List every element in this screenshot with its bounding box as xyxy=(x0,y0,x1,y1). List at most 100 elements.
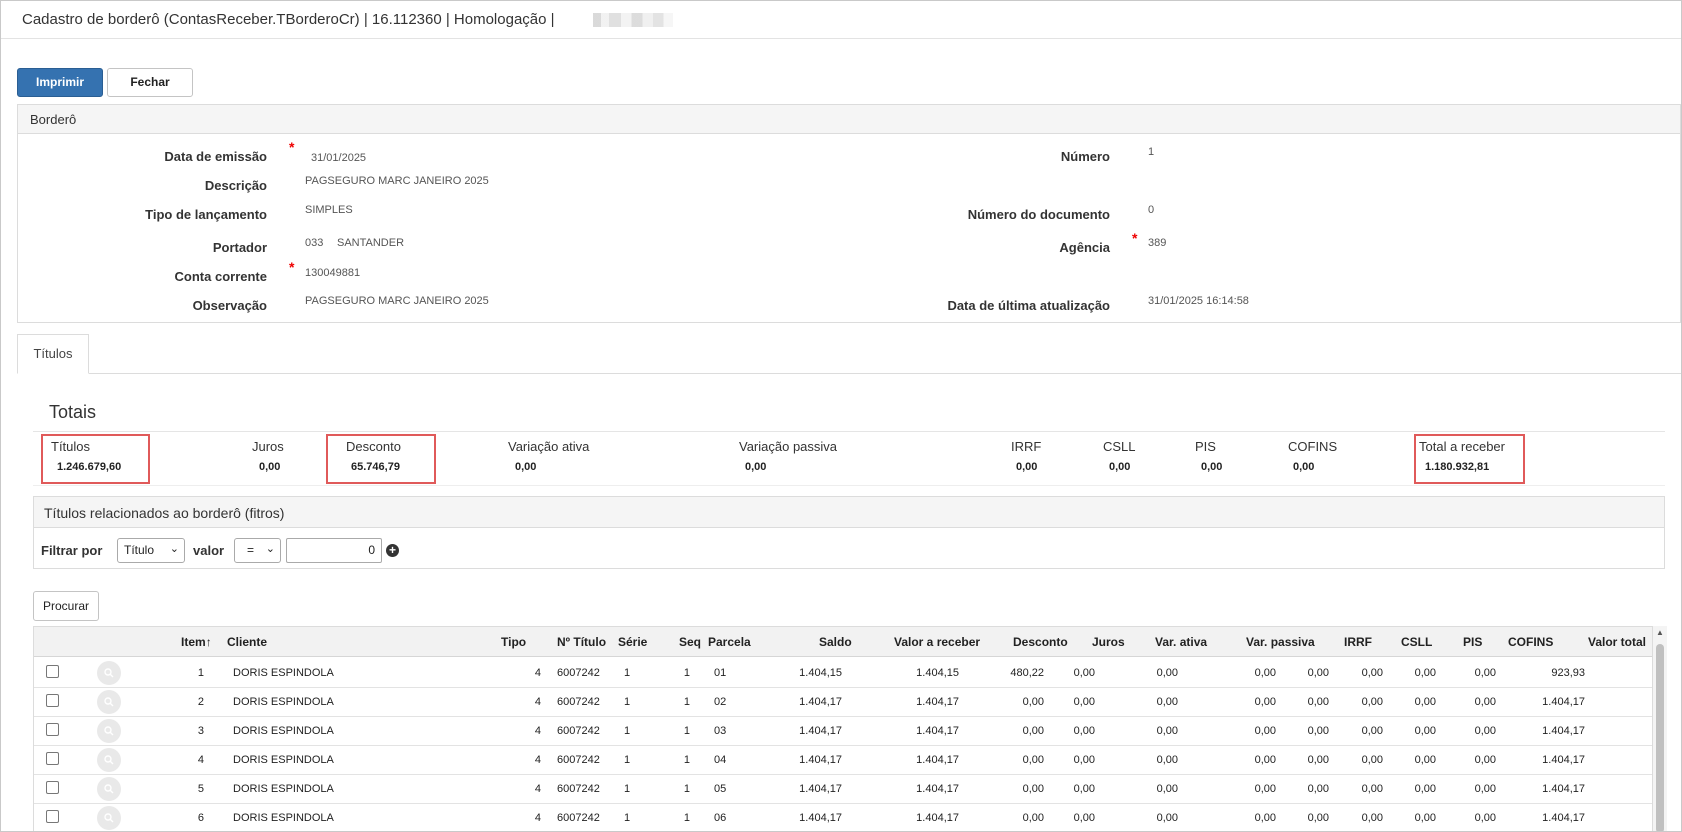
row-view-button[interactable] xyxy=(97,777,121,801)
row-view-button[interactable] xyxy=(97,806,121,830)
grid-cell-tipo: 4 xyxy=(534,725,541,737)
numero-value[interactable]: 1 xyxy=(1148,146,1154,158)
grid-cell-csll: 0,00 xyxy=(1361,696,1383,708)
column-header-valor-total[interactable]: Valor total xyxy=(1588,635,1646,649)
row-view-button[interactable] xyxy=(97,661,121,685)
column-header-juros[interactable]: Juros xyxy=(1092,635,1125,649)
column-header-cofins[interactable]: COFINS xyxy=(1508,635,1553,649)
grid-cell-juros: 0,00 xyxy=(1073,812,1095,824)
print-button[interactable]: Imprimir xyxy=(17,68,103,97)
column-header-irrf[interactable]: IRRF xyxy=(1344,635,1372,649)
table-row[interactable]: 5 DORIS ESPINDOLA 4 6007242 1 1 05 1.404,17 1.40… xyxy=(34,774,1652,804)
column-header-numero-titulo[interactable]: Nº Título xyxy=(557,635,606,649)
column-header-valor-receber[interactable]: Valor a receber xyxy=(894,635,980,649)
total-irrf-label: IRRF xyxy=(1011,439,1042,454)
grid-cell-seq: 1 xyxy=(683,754,690,766)
grid-cell-valor-a-receber: 1.404,15 xyxy=(916,667,959,679)
grid-cell-seq: 1 xyxy=(683,696,690,708)
grid-cell-valor-total: 1.404,17 xyxy=(1542,696,1585,708)
column-header-serie[interactable]: Série xyxy=(618,635,647,649)
grid-cell-csll: 0,00 xyxy=(1361,783,1383,795)
grid-cell-cofins: 0,00 xyxy=(1474,754,1496,766)
conta-corrente-label: Conta corrente xyxy=(174,269,267,284)
grid-cell-cliente: DORIS ESPINDOLA xyxy=(233,812,334,824)
filter-value-input[interactable]: 0 xyxy=(286,538,382,563)
table-row[interactable]: 6 DORIS ESPINDOLA 4 6007242 1 1 06 1.404,17 1.40… xyxy=(34,803,1652,831)
column-header-cliente[interactable]: Cliente xyxy=(227,635,267,649)
grid-cell-cliente: DORIS ESPINDOLA xyxy=(233,696,334,708)
operator-select[interactable]: = ⌄ xyxy=(234,538,281,563)
column-header-pis[interactable]: PIS xyxy=(1463,635,1482,649)
table-row[interactable]: 2 DORIS ESPINDOLA 4 6007242 1 1 02 1.404,17 1.40… xyxy=(34,687,1652,717)
filter-field-select[interactable]: Título ⌄ xyxy=(117,538,185,563)
column-header-seq[interactable]: Seq xyxy=(679,635,701,649)
grid-cell-parcela: 01 xyxy=(714,667,727,679)
column-header-saldo[interactable]: Saldo xyxy=(819,635,852,649)
grid-cell-item: 2 xyxy=(197,696,204,708)
grid-cell-var-ativa: 0,00 xyxy=(1156,667,1178,679)
column-header-var-passiva[interactable]: Var. passiva xyxy=(1246,635,1315,649)
numero-documento-value[interactable]: 0 xyxy=(1148,204,1154,216)
total-cofins-label: COFINS xyxy=(1288,439,1338,454)
search-button[interactable]: Procurar xyxy=(33,591,99,621)
row-checkbox[interactable] xyxy=(46,810,59,823)
grid-cell-n-t-tulo: 6007242 xyxy=(557,754,600,766)
grid-cell-var-passiva: 0,00 xyxy=(1254,754,1276,766)
table-row[interactable]: 3 DORIS ESPINDOLA 4 6007242 1 1 03 1.404,17 1.40… xyxy=(34,716,1652,746)
grid-cell-desconto: 0,00 xyxy=(1022,696,1044,708)
add-filter-icon[interactable]: + xyxy=(386,544,399,557)
grid-cell-seq: 1 xyxy=(683,783,690,795)
grid-cell-item: 5 xyxy=(197,783,204,795)
grid-cell-valor-a-receber: 1.404,17 xyxy=(916,783,959,795)
total-irrf-value: 0,00 xyxy=(1016,461,1038,473)
grid-scrollbar[interactable]: ▲ xyxy=(1653,626,1667,831)
row-checkbox[interactable] xyxy=(46,752,59,765)
grid-cell-pis: 0,00 xyxy=(1414,783,1436,795)
column-header-csll[interactable]: CSLL xyxy=(1401,635,1432,649)
row-checkbox[interactable] xyxy=(46,665,59,678)
column-header-parcela[interactable]: Parcela xyxy=(708,635,751,649)
agencia-value[interactable]: 389 xyxy=(1148,237,1166,249)
column-header-tipo[interactable]: Tipo xyxy=(501,635,526,649)
portador-code[interactable]: 033 xyxy=(305,237,323,249)
grid-cell-var-ativa: 0,00 xyxy=(1156,812,1178,824)
column-header-item[interactable]: Item↑ xyxy=(181,635,212,649)
row-view-button[interactable] xyxy=(97,748,121,772)
data-emissao-value[interactable]: 31/01/2025 xyxy=(311,152,366,164)
grid-cell-var-ativa: 0,00 xyxy=(1156,783,1178,795)
descricao-value[interactable]: PAGSEGURO MARC JANEIRO 2025 xyxy=(305,175,489,187)
grid-cell-desconto: 0,00 xyxy=(1022,812,1044,824)
grid-cell-n-t-tulo: 6007242 xyxy=(557,725,600,737)
portador-value[interactable]: SANTANDER xyxy=(337,237,404,249)
row-checkbox[interactable] xyxy=(46,781,59,794)
grid-cell-cofins: 0,00 xyxy=(1474,812,1496,824)
grid-cell-pis: 0,00 xyxy=(1414,725,1436,737)
column-header-var-ativa[interactable]: Var. ativa xyxy=(1155,635,1207,649)
tab-titulos[interactable]: Títulos xyxy=(17,334,89,374)
row-checkbox[interactable] xyxy=(46,694,59,707)
grid-cell-valor-total: 1.404,17 xyxy=(1542,754,1585,766)
table-row[interactable]: 4 DORIS ESPINDOLA 4 6007242 1 1 04 1.404,17 1.40… xyxy=(34,745,1652,775)
row-view-button[interactable] xyxy=(97,719,121,743)
search-icon xyxy=(104,784,114,794)
conta-corrente-value[interactable]: 130049881 xyxy=(305,267,360,279)
row-checkbox[interactable] xyxy=(46,723,59,736)
grid-cell-valor-a-receber: 1.404,17 xyxy=(916,696,959,708)
data-emissao-label: Data de emissão xyxy=(164,149,267,164)
grid-cell-pis: 0,00 xyxy=(1414,696,1436,708)
grid-cell-irrf: 0,00 xyxy=(1307,783,1329,795)
totais-title: Totais xyxy=(49,402,97,422)
table-row[interactable]: 1 DORIS ESPINDOLA 4 6007242 1 1 01 1.404,15 1.40… xyxy=(34,658,1652,688)
total-csll-value: 0,00 xyxy=(1109,461,1131,473)
grid-cell-csll: 0,00 xyxy=(1361,812,1383,824)
title-bar: Cadastro de borderô (ContasReceber.TBord… xyxy=(1,1,1681,39)
total-cofins-value: 0,00 xyxy=(1293,461,1315,473)
grid-cell-desconto: 480,22 xyxy=(1010,667,1044,679)
scroll-up-icon[interactable]: ▲ xyxy=(1656,628,1664,637)
close-button[interactable]: Fechar xyxy=(107,68,193,97)
observacao-value[interactable]: PAGSEGURO MARC JANEIRO 2025 xyxy=(305,295,489,307)
tipo-lancamento-value[interactable]: SIMPLES xyxy=(305,204,353,216)
column-header-desconto[interactable]: Desconto xyxy=(1013,635,1068,649)
row-view-button[interactable] xyxy=(97,690,121,714)
scrollbar-thumb[interactable] xyxy=(1656,644,1664,831)
